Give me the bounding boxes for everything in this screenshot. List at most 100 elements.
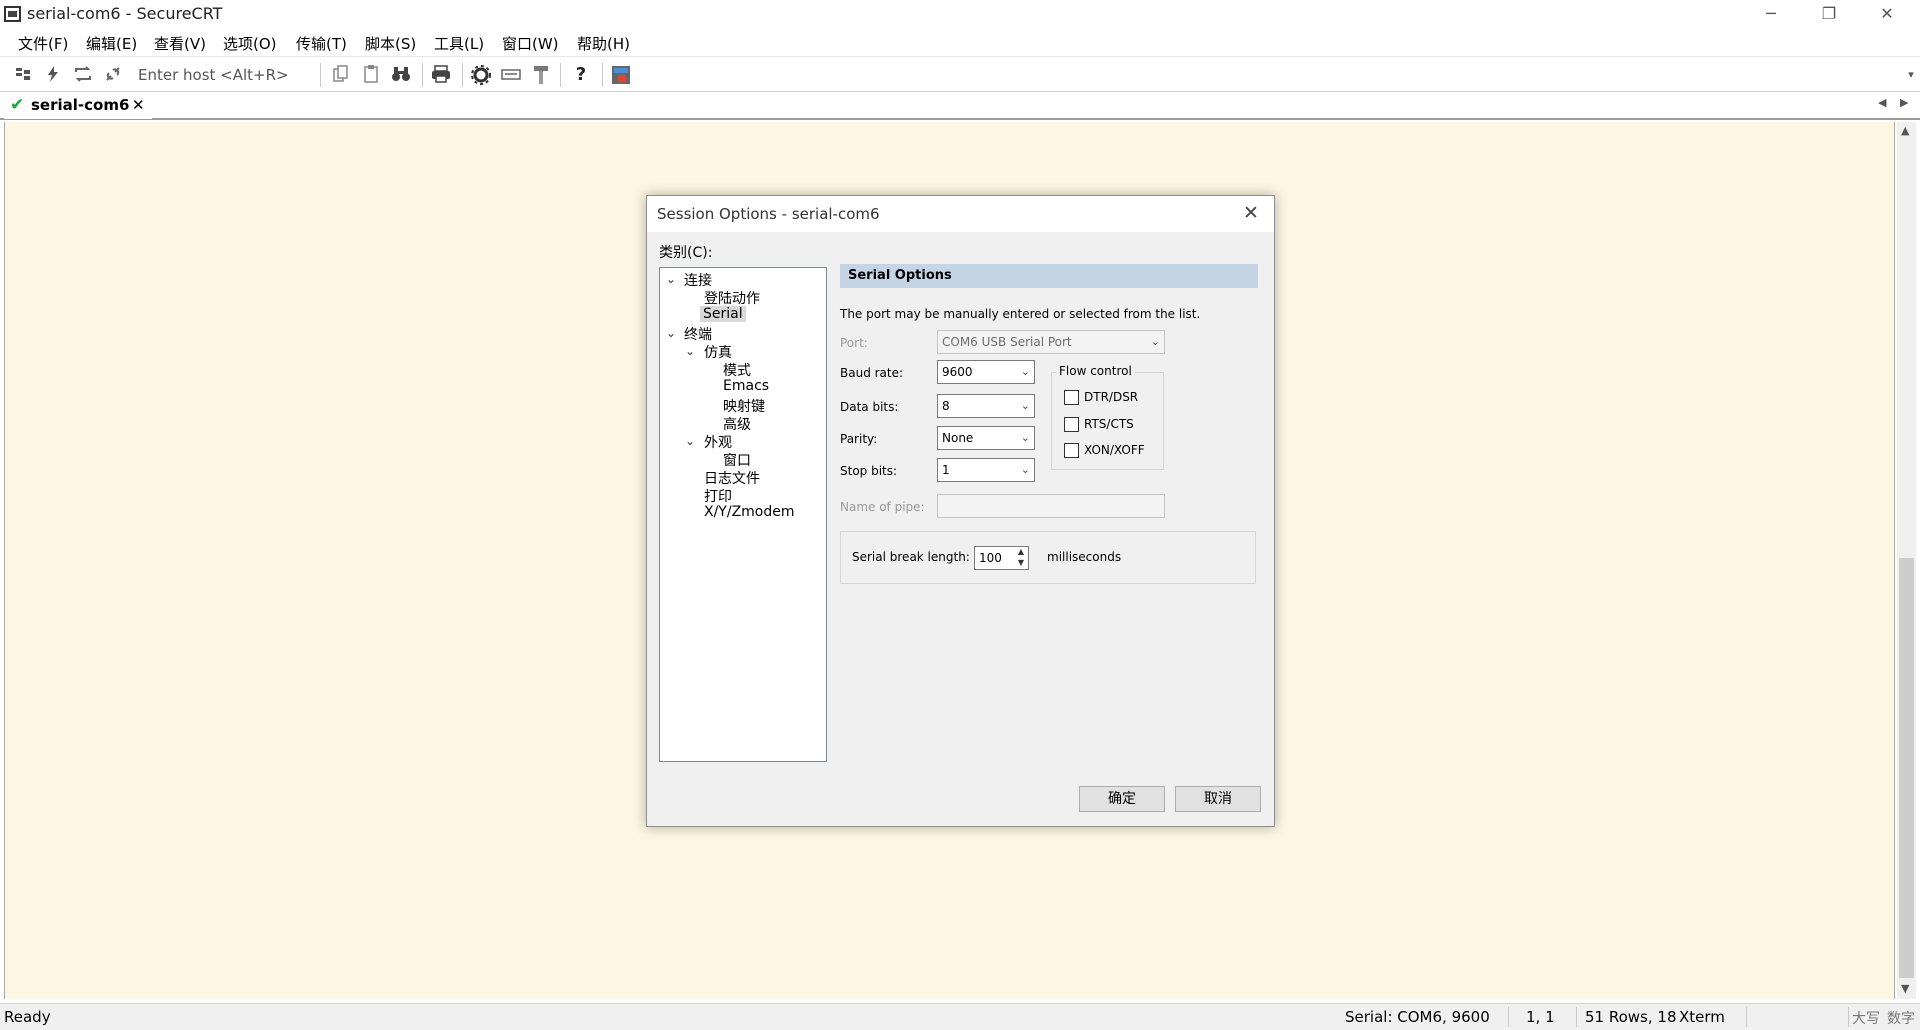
stop-bits-label: Stop bits: [840,464,898,478]
tree-expand-icon[interactable]: ⌄ [666,326,676,340]
scroll-up-icon[interactable]: ▲ [1901,124,1909,137]
status-bar: Ready Serial: COM6, 9600 1, 1 51 Rows, 1… [0,1003,1920,1030]
close-window-button[interactable]: ✕ [1858,0,1916,28]
tree-item-emulation[interactable]: 仿真 [704,342,732,362]
tab-close-icon[interactable]: ✕ [132,96,145,114]
tree-expand-icon[interactable]: ⌄ [666,272,676,286]
dialog-title: Session Options - serial-com6 [657,205,880,223]
tab-serial-com6[interactable]: ✔ serial-com6 ✕ [4,93,152,119]
menu-script[interactable]: 脚本(S) [365,33,416,54]
port-label: Port: [840,336,868,350]
status-serial: Serial: COM6, 9600 [1345,1008,1490,1026]
data-bits-select[interactable]: 8 ⌄ [937,394,1035,418]
status-separator [1848,1007,1849,1027]
restore-button[interactable]: ❐ [1800,0,1858,28]
tree-item-modes[interactable]: 模式 [723,360,751,380]
tree-item-connection[interactable]: 连接 [684,270,712,290]
parity-select[interactable]: None ⌄ [937,426,1035,450]
menu-edit[interactable]: 编辑(E) [86,33,137,54]
category-label: 类别(C): [659,245,713,261]
tree-expand-icon[interactable]: ⌄ [685,434,695,448]
menu-options[interactable]: 选项(O) [223,33,277,54]
tree-item-log-file[interactable]: 日志文件 [704,468,760,488]
port-value: COM6 USB Serial Port [942,335,1072,349]
rts-cts-label: RTS/CTS [1084,417,1134,431]
port-select[interactable]: COM6 USB Serial Port ⌄ [937,330,1165,354]
xon-xoff-checkbox[interactable] [1064,443,1079,458]
menu-tools[interactable]: 工具(L) [434,33,484,54]
tab-scroll-right-icon[interactable]: ▶ [1900,96,1908,109]
ok-button[interactable]: 确定 [1079,786,1165,812]
tree-item-terminal[interactable]: 终端 [684,324,712,344]
terminal-scrollbar[interactable]: ▲ ▼ [1897,122,1916,999]
tree-item-logon-actions[interactable]: 登陆动作 [704,288,760,308]
tree-item-appearance[interactable]: 外观 [704,432,732,452]
tree-item-advanced[interactable]: 高级 [723,414,751,434]
dtr-dsr-checkbox[interactable] [1064,390,1079,405]
tree-item-window[interactable]: 窗口 [723,450,751,470]
status-terminal-size: 51 Rows, 18 [1585,1008,1677,1026]
chevron-down-icon: ⌄ [1150,335,1160,348]
sftp-icon[interactable] [530,64,552,86]
reconnect-icon[interactable] [72,64,94,86]
serial-options-header: Serial Options [840,264,1258,288]
tab-label: serial-com6 [31,96,130,114]
print-icon[interactable] [430,64,452,86]
disconnect-icon[interactable] [102,64,124,86]
chevron-down-icon: ⌄ [1020,431,1030,444]
dialog-close-icon[interactable]: ✕ [1243,202,1259,224]
xon-xoff-label: XON/XOFF [1084,443,1145,457]
enter-host-field[interactable]: Enter host <Alt+R> [132,63,314,87]
pipe-name-input[interactable] [937,494,1165,518]
menu-file[interactable]: 文件(F) [18,33,68,54]
serial-break-label: Serial break length: [852,550,970,564]
copy-icon[interactable] [330,64,352,86]
help-icon[interactable]: ? [570,64,592,86]
stop-bits-select[interactable]: 1 ⌄ [937,458,1035,482]
baud-rate-select[interactable]: 9600 ⌄ [937,360,1035,384]
toolbar-separator [602,63,603,87]
connect-icon[interactable] [12,64,34,86]
tree-item-printing[interactable]: 打印 [704,486,732,506]
scrollbar-thumb[interactable] [1899,558,1914,978]
connected-check-icon: ✔ [10,95,25,115]
minimize-button[interactable]: ─ [1742,0,1800,28]
chevron-down-icon: ⌄ [1020,365,1030,378]
toolbar-separator [462,63,463,87]
toolbar-separator [320,63,321,87]
settings-icon[interactable] [470,64,492,86]
tree-item-serial[interactable]: Serial [700,306,746,322]
tree-item-mapped-keys[interactable]: 映射键 [723,396,765,416]
session-options-dialog: Session Options - serial-com6 ✕ 类别(C): ⌄… [646,195,1275,827]
scroll-down-icon[interactable]: ▼ [1901,982,1909,995]
securecrt-app-icon [4,6,21,22]
find-icon[interactable] [390,64,412,86]
data-bits-value: 8 [942,399,950,413]
cancel-button[interactable]: 取消 [1175,786,1261,812]
screen-icon[interactable] [610,64,632,86]
status-caps-lock: 大写 [1852,1011,1880,1027]
status-separator [1746,1007,1747,1027]
parity-label: Parity: [840,432,878,446]
tree-item-xyzmodem[interactable]: X/Y/Zmodem [704,504,795,520]
rts-cts-checkbox[interactable] [1064,417,1079,432]
spin-down-icon[interactable]: ▼ [1013,558,1029,570]
menu-window[interactable]: 窗口(W) [502,33,559,54]
menu-transfer[interactable]: 传输(T) [296,33,347,54]
category-tree: ⌄ 连接 登陆动作 Serial ⌄ 终端 ⌄ 仿真 模式 Emacs 映射键 … [659,267,827,762]
paste-icon[interactable] [360,64,382,86]
chevron-down-icon: ⌄ [1020,463,1030,476]
tree-item-emacs[interactable]: Emacs [723,378,769,394]
toolbar-overflow-icon[interactable]: ▾ [1900,64,1920,86]
toolbar-separator [560,63,561,87]
menu-help[interactable]: 帮助(H) [577,33,630,54]
quick-connect-icon[interactable] [42,64,64,86]
tab-bar: ✔ serial-com6 ✕ ◀ ▶ [0,92,1920,120]
parity-value: None [942,431,974,445]
tree-expand-icon[interactable]: ⌄ [685,344,695,358]
status-terminal-type: Xterm [1679,1008,1725,1026]
menu-view[interactable]: 查看(V) [154,33,206,54]
tab-scroll-left-icon[interactable]: ◀ [1878,96,1886,109]
keymap-icon[interactable] [500,64,522,86]
status-separator [1576,1007,1577,1027]
